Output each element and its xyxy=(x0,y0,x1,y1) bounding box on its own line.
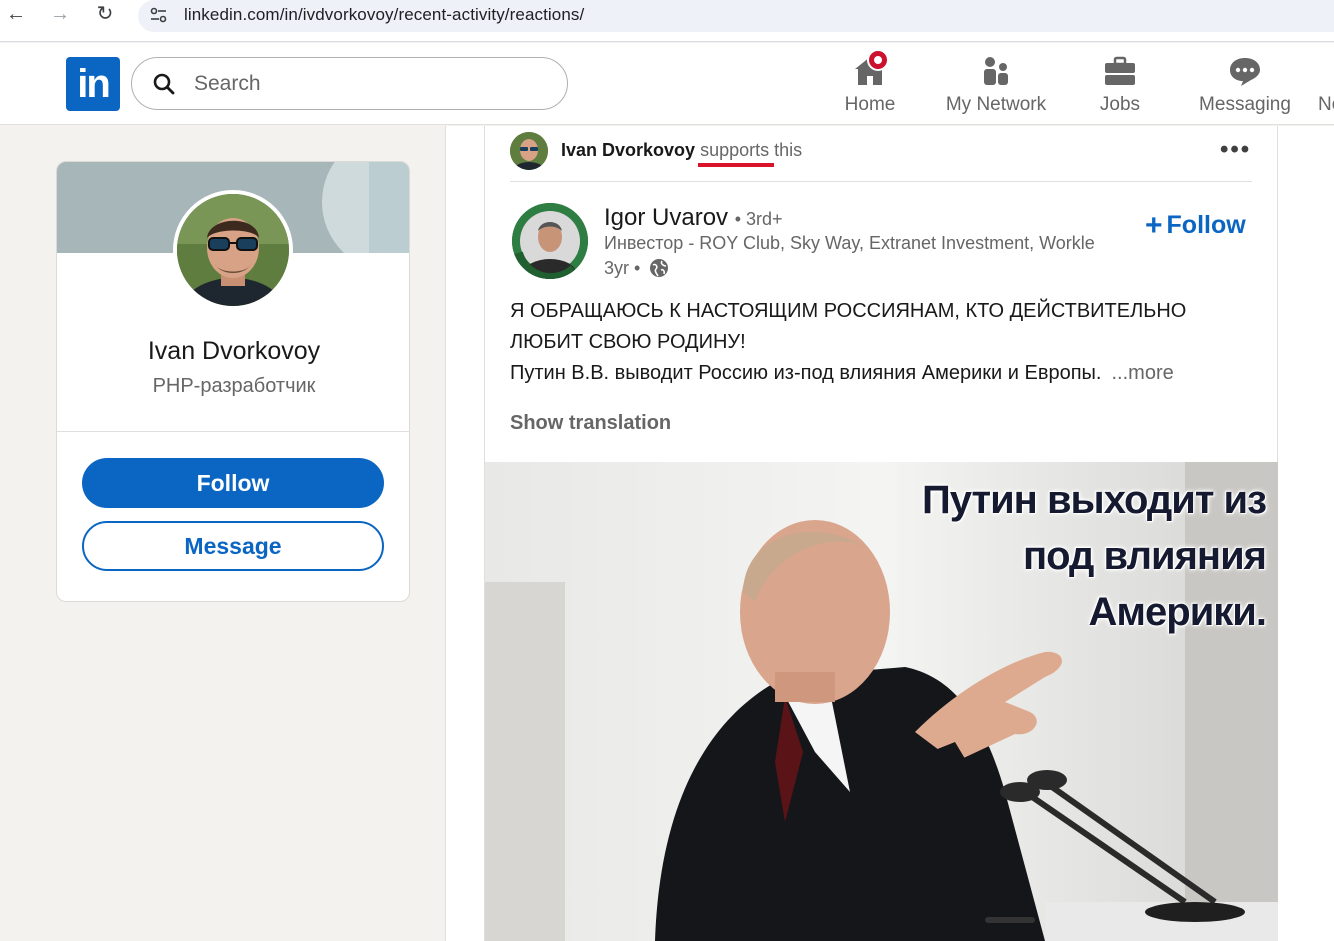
globe-icon xyxy=(650,259,669,277)
image-caption-line: Путин выходит из xyxy=(922,478,1267,522)
browser-toolbar: ← → ↻ linkedin.com/in/ivdvorkovoy/recent… xyxy=(0,0,1334,42)
nav-my-network[interactable]: My Network xyxy=(940,51,1052,121)
more-options-icon[interactable]: ••• xyxy=(1220,136,1251,164)
briefcase-icon xyxy=(1105,56,1135,85)
plus-icon: + xyxy=(1145,209,1163,242)
reload-icon[interactable]: ↻ xyxy=(93,2,117,26)
nav-home[interactable]: Home xyxy=(836,49,904,121)
address-bar[interactable]: linkedin.com/in/ivdvorkovoy/recent-activ… xyxy=(138,0,1334,32)
post-body: Я ОБРАЩАЮСЬ К НАСТОЯЩИМ РОССИЯНАМ, КТО Д… xyxy=(510,296,1252,389)
url-text[interactable]: linkedin.com/in/ivdvorkovoy/recent-activ… xyxy=(184,5,584,25)
nav-jobs[interactable]: Jobs xyxy=(1090,51,1150,121)
post-body-line: Я ОБРАЩАЮСЬ К НАСТОЯЩИМ РОССИЯНАМ, КТО Д… xyxy=(510,300,1187,322)
forward-icon[interactable]: → xyxy=(48,2,72,26)
show-translation-button[interactable]: Show translation xyxy=(510,412,671,435)
profile-card: Ivan Dvorkovoy PHP-разработчик Follow Me… xyxy=(56,161,410,602)
nav-notifications[interactable]: No xyxy=(1318,51,1334,121)
follow-author-button[interactable]: + Follow xyxy=(1145,209,1246,243)
follow-author-label: Follow xyxy=(1166,211,1246,239)
author-name[interactable]: Igor Uvarov • 3rd+ xyxy=(604,204,783,232)
image-caption-line: под влияния xyxy=(1022,534,1267,578)
nav-notifications-label: No xyxy=(1318,94,1334,115)
search-box[interactable] xyxy=(131,57,568,110)
image-caption-line: Америки. xyxy=(1088,590,1267,634)
post-body-line: ЛЮБИТ СВОЮ РОДИНУ! xyxy=(510,331,746,353)
search-input[interactable] xyxy=(194,70,544,98)
profile-name[interactable]: Ivan Dvorkovoy xyxy=(57,337,409,366)
author-headline: Инвестор - ROY Club, Sky Way, Extranet I… xyxy=(604,233,1095,253)
search-icon xyxy=(153,73,175,95)
activity-text: Ivan Dvorkovoy supports this xyxy=(561,140,802,161)
post-body-line: Путин В.В. выводит Россию из-под влияния… xyxy=(510,362,1102,384)
activity-suffix: this xyxy=(774,140,803,160)
actor-avatar[interactable] xyxy=(510,132,548,170)
author-avatar[interactable] xyxy=(512,203,588,279)
divider xyxy=(57,431,409,432)
nav-my-network-label: My Network xyxy=(945,94,1047,115)
post-body-line-last: Путин В.В. выводит Россию из-под влияния… xyxy=(510,358,1252,389)
red-underline-annotation xyxy=(698,163,774,167)
follow-button[interactable]: Follow xyxy=(82,458,384,508)
image-caption: Путин выходит из под влияния Америки. xyxy=(806,472,1267,640)
nav-messaging[interactable]: Messaging xyxy=(1196,51,1294,121)
feed-column: Ivan Dvorkovoy supports this ••• Igor Uv… xyxy=(445,126,1334,941)
nav-jobs-label: Jobs xyxy=(1099,94,1141,115)
activity-verb: supports xyxy=(700,140,770,160)
nav-home-label: Home xyxy=(844,94,896,115)
network-icon xyxy=(984,57,1008,85)
author-name-text[interactable]: Igor Uvarov xyxy=(604,204,728,231)
notification-badge xyxy=(867,49,889,71)
activity-header: Ivan Dvorkovoy supports this ••• xyxy=(510,126,1252,182)
see-more-link[interactable]: ...more xyxy=(1111,362,1173,384)
linkedin-header: in Home My Network Jobs Messaging No xyxy=(0,43,1334,125)
profile-headline: PHP-разработчик xyxy=(152,375,316,397)
post-time: 3yr • xyxy=(604,258,641,278)
feed-post: Ivan Dvorkovoy supports this ••• Igor Uv… xyxy=(484,126,1278,941)
profile-avatar[interactable] xyxy=(173,190,293,310)
post-image[interactable]: Путин выходит из под влияния Америки. xyxy=(485,462,1278,941)
linkedin-logo[interactable]: in xyxy=(66,57,120,111)
message-button[interactable]: Message xyxy=(82,521,384,571)
back-icon[interactable]: ← xyxy=(4,2,28,26)
site-settings-icon[interactable] xyxy=(148,4,170,26)
activity-actor[interactable]: Ivan Dvorkovoy xyxy=(561,140,695,160)
author-degree: • 3rd+ xyxy=(734,209,783,229)
nav-messaging-label: Messaging xyxy=(1199,94,1291,115)
messaging-icon xyxy=(1230,58,1260,86)
post-meta: 3yr • xyxy=(604,258,669,279)
